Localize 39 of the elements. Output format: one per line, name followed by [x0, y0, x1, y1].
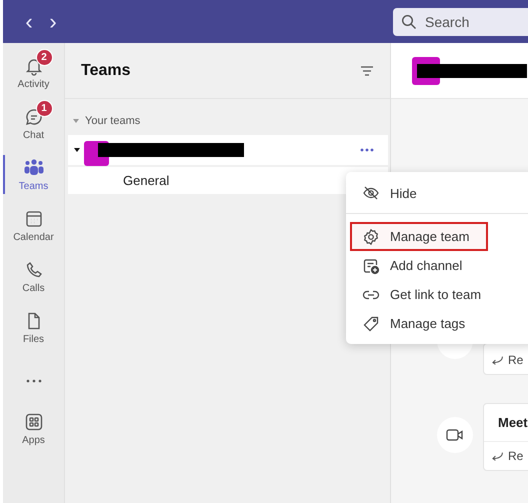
app-bar-item[interactable]: Calls: [3, 251, 64, 302]
panel-title: Teams: [81, 62, 131, 80]
menu-item[interactable]: Manage team: [350, 222, 488, 251]
app-bar-item[interactable]: Apps: [3, 403, 64, 454]
menu-item[interactable]: Manage tags: [350, 309, 488, 338]
reply-button[interactable]: Re: [484, 442, 524, 470]
team-row[interactable]: [68, 135, 388, 165]
app-bar-item[interactable]: Files: [3, 302, 64, 353]
settings-icon: [362, 228, 380, 246]
apps-icon: [24, 412, 44, 432]
message-title: Meet: [484, 404, 528, 442]
menu-item[interactable]: Add channel: [350, 251, 488, 280]
reply-arrow-icon: [492, 356, 503, 364]
caret-icon[interactable]: [74, 148, 80, 152]
filter-icon[interactable]: [360, 66, 374, 76]
menu-item[interactable]: Get link to team: [350, 280, 498, 309]
app-bar-item[interactable]: 1 Chat: [3, 98, 64, 149]
app-bar-item[interactable]: Calendar: [3, 200, 64, 251]
chat-icon: [24, 106, 44, 126]
people-icon: [22, 158, 44, 178]
eye-slash-icon: [362, 184, 380, 202]
tag-icon: [362, 314, 380, 332]
app-bar-item[interactable]: 2 Activity: [3, 47, 64, 98]
app-bar-item[interactable]: Teams: [3, 149, 64, 200]
more-icon[interactable]: [360, 148, 374, 152]
search-field[interactable]: Search: [393, 8, 528, 36]
back-button[interactable]: ‹: [17, 10, 41, 32]
notification-badge: 1: [36, 100, 52, 116]
calendar-icon: [24, 208, 44, 228]
search-input[interactable]: Search: [423, 12, 517, 30]
add-channel-icon: [362, 256, 380, 274]
reply-arrow-icon: [492, 452, 503, 460]
video-camera-icon: [446, 428, 464, 442]
forward-button[interactable]: ›: [41, 10, 65, 32]
more-icon: [24, 378, 42, 384]
section-header[interactable]: Your teams: [73, 115, 140, 127]
reply-button[interactable]: Re: [484, 346, 524, 374]
notification-badge: 2: [36, 48, 52, 66]
search-icon: [401, 14, 417, 30]
